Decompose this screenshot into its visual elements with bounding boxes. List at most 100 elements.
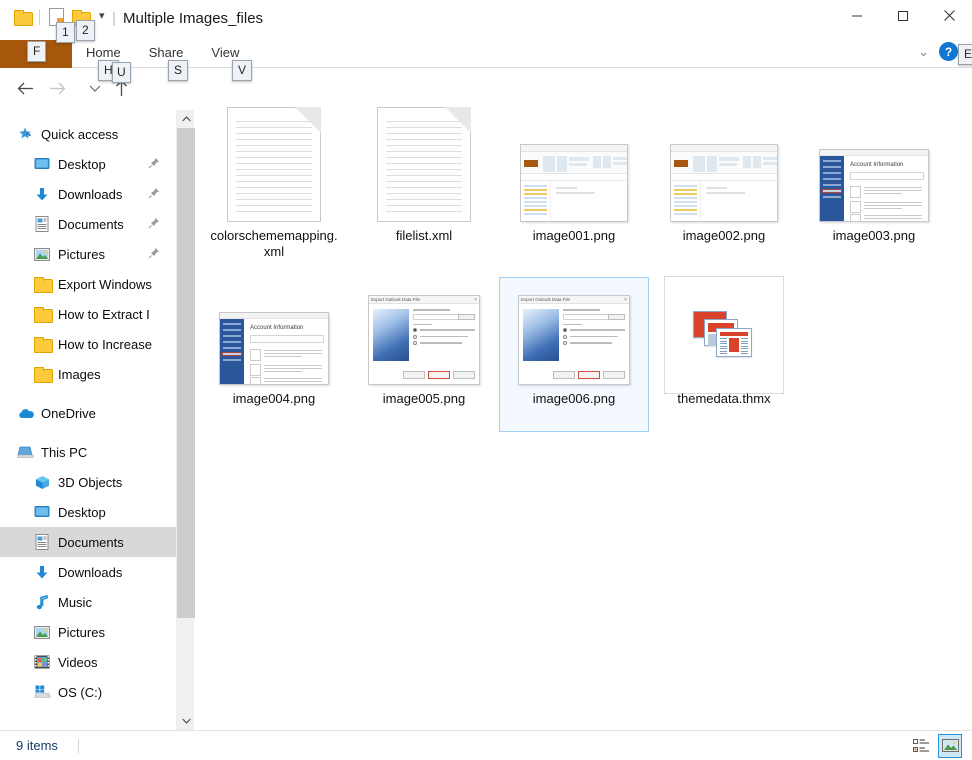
sidebar-label: Pictures [58,246,105,262]
folder-icon[interactable] [14,9,33,26]
thumbnail-heading: Account Information [850,162,904,168]
sidebar-item-desktop-pc[interactable]: Desktop [0,497,176,527]
download-icon [31,187,53,202]
file-name: image001.png [532,228,616,243]
file-list-view[interactable]: colorschememapping.xml filelist.xml imag… [195,107,972,730]
pin-icon [148,217,160,232]
explorer-screenshot-thumbnail [520,144,628,222]
dialog-screenshot-thumbnail: Export Outlook Data File × [518,295,630,385]
drive-icon [31,685,53,699]
sidebar-item-how-to-extract[interactable]: How to Extract I [0,299,176,329]
file-thumbnail: Account Information [219,285,329,385]
sidebar-label: Desktop [58,504,106,520]
desktop-icon [31,157,53,171]
chevron-down-icon[interactable]: ⌄ [918,44,929,60]
sidebar-item-export-windows[interactable]: Export Windows [0,269,176,299]
file-name: filelist.xml [395,228,453,243]
file-explorer-window: ▾ | Multiple Images_files Home Share Vie… [0,0,972,760]
item-count-label: 9 items [16,738,58,753]
sidebar-item-downloads[interactable]: Downloads [0,179,176,209]
star-pin-icon [14,126,36,142]
customize-qat-dropdown-icon[interactable]: ▾ [97,11,107,22]
3dobjects-icon [31,475,53,490]
folder-icon [31,367,53,383]
sidebar-item-3d-objects[interactable]: 3D Objects [0,467,176,497]
file-item[interactable]: Account Information image003.png [799,114,949,269]
keytip-file-tab: F [27,41,47,62]
file-name: colorschememapping.xml [210,228,338,259]
scrollbar-thumb[interactable] [177,128,195,618]
file-item[interactable]: themedata.thmx [649,276,799,432]
sidebar-item-os-drive[interactable]: OS (C:) [0,677,176,707]
keytip-view-tab: V [232,60,253,81]
onedrive-icon [14,408,36,419]
sidebar-item-this-pc[interactable]: This PC [0,437,176,467]
status-bar: 9 items [0,730,972,760]
sidebar-label: Images [58,366,101,382]
sidebar-item-quick-access[interactable]: Quick access [0,119,176,149]
file-item[interactable]: filelist.xml [349,107,499,269]
navigation-pane-scrollbar[interactable] [176,110,195,730]
sidebar-item-videos[interactable]: Videos [0,647,176,677]
scroll-down-icon[interactable] [177,712,195,730]
sidebar-item-images[interactable]: Images [0,359,176,389]
sidebar-item-onedrive[interactable]: OneDrive [0,398,176,428]
sidebar-item-music[interactable]: Music [0,587,176,617]
sidebar-label: How to Increase [58,336,152,352]
window-title: Multiple Images_files [123,10,264,27]
tab-home[interactable]: Home [72,40,135,60]
sidebar-item-documents-pc[interactable]: Documents [0,527,176,557]
folder-icon [31,337,53,353]
keytip-share-tab: S [168,60,189,81]
forward-button[interactable] [44,75,70,101]
help-button[interactable]: ? [939,42,958,61]
ribbon-divider [72,67,972,68]
tab-share[interactable]: Share [135,40,198,60]
file-name: image003.png [832,228,916,243]
file-item[interactable]: Export Outlook Data File × image005.png [349,277,499,432]
sidebar-item-how-to-increase[interactable]: How to Increase [0,329,176,359]
sidebar-item-desktop[interactable]: Desktop [0,149,176,179]
window-controls [834,0,972,31]
file-item[interactable]: image002.png [649,114,799,269]
sidebar-label: This PC [41,444,88,460]
file-thumbnail: Export Outlook Data File × [368,285,480,385]
file-thumbnail [670,122,778,222]
sidebar-label: OneDrive [41,405,96,421]
back-button[interactable] [12,75,38,101]
sidebar-label: Pictures [58,624,105,640]
maximize-button[interactable] [880,0,926,31]
file-item[interactable]: Account Information image004.png [199,277,349,432]
scroll-up-icon[interactable] [177,110,195,128]
videos-icon [31,655,53,669]
thispc-icon [14,446,36,459]
file-item[interactable]: colorschememapping.xml [199,107,349,269]
file-item[interactable]: image001.png [499,114,649,269]
navigation-pane[interactable]: Quick access Desktop Downloads Documents… [0,110,176,730]
large-icons-view-button[interactable] [938,734,962,758]
sidebar-item-pictures-pc[interactable]: Pictures [0,617,176,647]
sidebar-item-downloads-pc[interactable]: Downloads [0,557,176,587]
sidebar-label: Quick access [41,126,119,142]
keytip-new-folder: 2 [76,20,95,41]
details-view-button[interactable] [910,734,934,758]
sidebar-item-documents[interactable]: Documents [0,209,176,239]
tab-view[interactable]: View [197,40,253,60]
sidebar-label: How to Extract I [58,306,150,322]
sidebar-label: Documents [58,534,124,550]
sidebar-label: OS (C:) [58,684,103,700]
office-theme-icon [693,311,755,359]
file-thumbnail [664,276,784,394]
desktop-icon [31,505,53,519]
file-name: image004.png [232,391,316,406]
title-bar: ▾ | Multiple Images_files [0,0,972,40]
outlook-screenshot-thumbnail: Account Information [819,149,929,222]
title-divider: | [112,10,116,27]
close-button[interactable] [926,0,972,31]
file-thumbnail [377,107,471,222]
file-item-selected[interactable]: Export Outlook Data File × image006.png [499,277,649,432]
sidebar-item-pictures[interactable]: Pictures [0,239,176,269]
divider [78,739,79,753]
minimize-button[interactable] [834,0,880,31]
thumbnail-dialog-title: Export Outlook Data File [371,297,421,302]
